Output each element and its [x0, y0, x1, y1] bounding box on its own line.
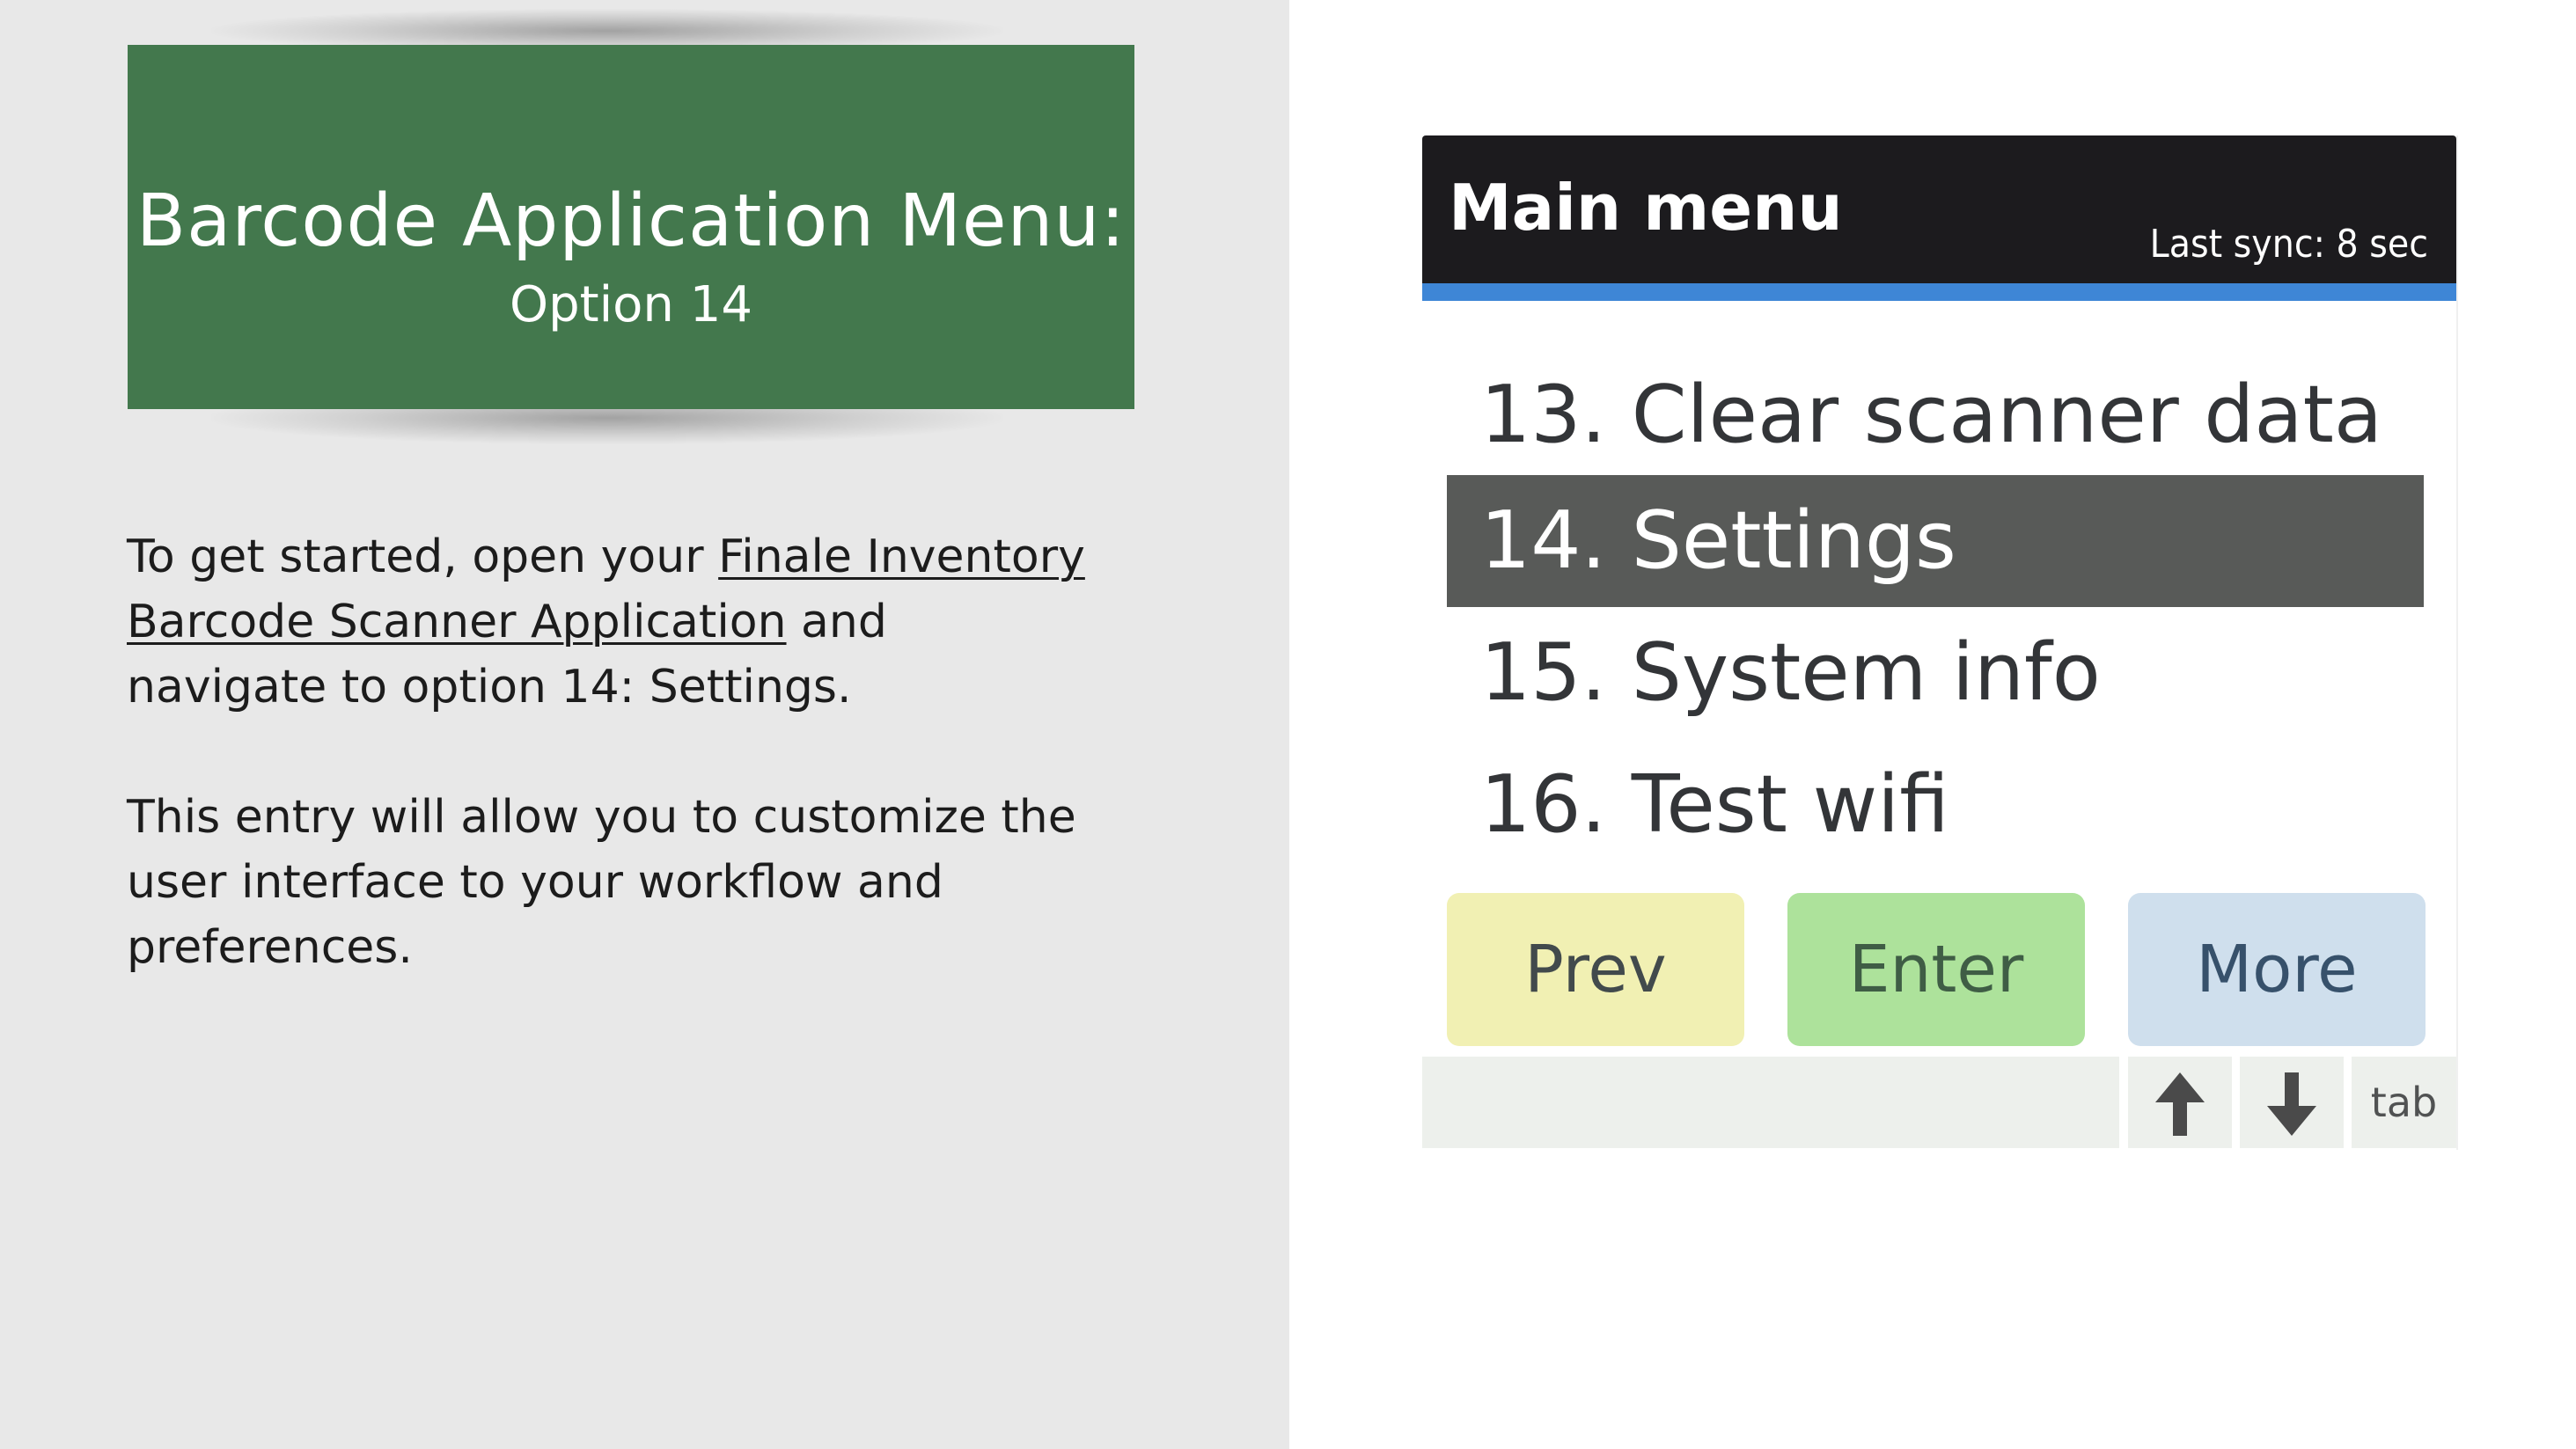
- header: Main menu Last sync: 8 sec: [1422, 135, 2456, 283]
- prev-button[interactable]: Prev: [1447, 893, 1744, 1046]
- slide: Barcode Application Menu: Option 14 To g…: [0, 0, 2576, 1449]
- screen-title: Main menu: [1449, 171, 1843, 245]
- instruction-text: navigate to option 14: Settings.: [127, 661, 852, 714]
- up-key[interactable]: [2128, 1057, 2232, 1148]
- down-key[interactable]: [2240, 1057, 2344, 1148]
- page-subtitle: Option 14: [510, 276, 752, 333]
- arrow-up-icon: [2155, 1072, 2205, 1136]
- tab-key[interactable]: tab: [2352, 1057, 2456, 1148]
- instruction-text: To get started, open your: [127, 531, 719, 583]
- enter-button[interactable]: Enter: [1787, 893, 2085, 1046]
- title-card: Barcode Application Menu: Option 14: [128, 45, 1134, 409]
- menu-item-clear-scanner-data[interactable]: 13. Clear scanner data: [1447, 349, 2424, 481]
- description-text: user interface to your workflow and: [127, 856, 943, 909]
- description-paragraph: This entry will allow you to customize t…: [127, 785, 1183, 980]
- last-sync-status: Last sync: 8 sec: [2149, 222, 2428, 267]
- more-button[interactable]: More: [2128, 893, 2426, 1046]
- description-text: preferences.: [127, 921, 413, 974]
- page-title: Barcode Application Menu:: [136, 179, 1127, 263]
- header-accent-bar: [1422, 283, 2456, 301]
- menu-item-settings[interactable]: 14. Settings: [1447, 475, 2424, 607]
- instruction-text: and: [786, 596, 887, 648]
- description-text: This entry will allow you to customize t…: [127, 791, 1076, 844]
- instruction-paragraph: To get started, open your Finale Invento…: [127, 524, 1183, 720]
- scanner-screen: Main menu Last sync: 8 sec 13. Clear sca…: [1422, 135, 2458, 1150]
- menu-item-system-info[interactable]: 15. System info: [1447, 607, 2424, 739]
- app-link[interactable]: Finale Inventory: [718, 531, 1085, 583]
- instructions: To get started, open your Finale Invento…: [127, 524, 1183, 980]
- menu-item-test-wifi[interactable]: 16. Test wifi: [1447, 739, 2424, 871]
- arrow-down-icon: [2267, 1072, 2316, 1136]
- input-bar: [1422, 1057, 2119, 1148]
- left-panel: Barcode Application Menu: Option 14 To g…: [0, 0, 1289, 1449]
- app-link[interactable]: Barcode Scanner Application: [127, 596, 787, 648]
